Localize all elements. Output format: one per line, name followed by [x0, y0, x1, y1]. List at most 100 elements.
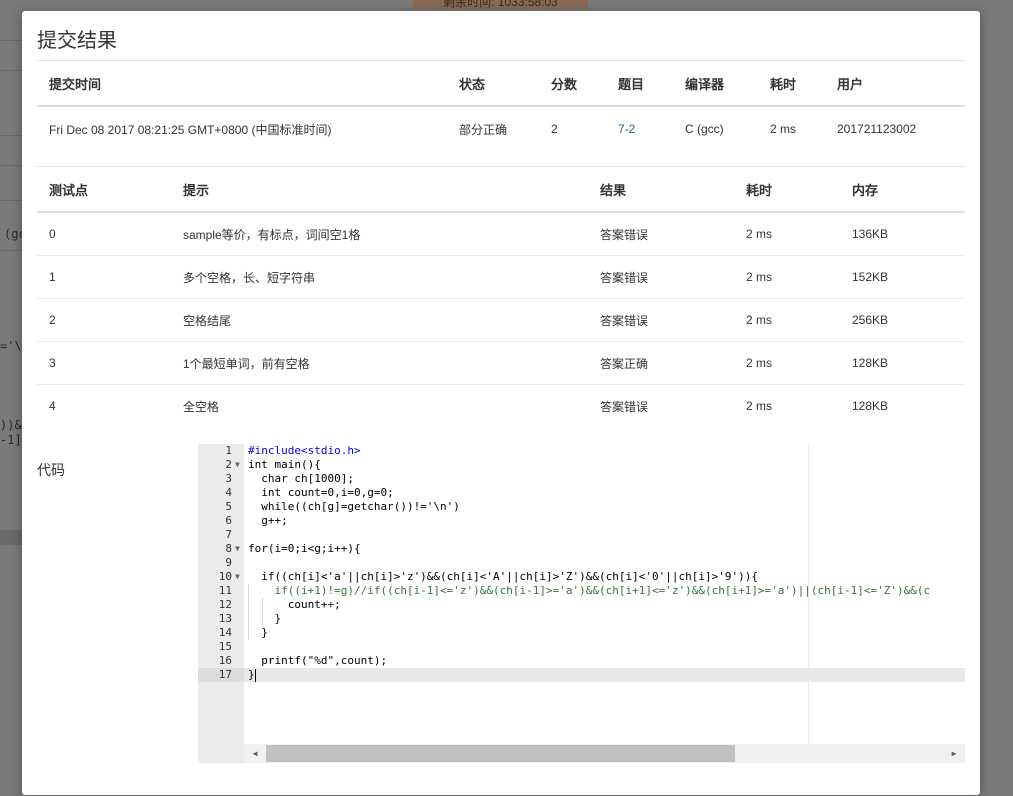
line-number: 5 — [225, 500, 232, 513]
test-memory: 128KB — [852, 399, 889, 413]
scroll-right-icon[interactable]: ▶ — [947, 744, 961, 763]
table-row: 2 空格结尾 答案错误 2 ms 256KB — [37, 298, 965, 342]
tests-header-row: 测试点 提示 结果 耗时 内存 — [37, 167, 965, 213]
code-line: char ch[1000]; — [248, 472, 354, 485]
text-cursor — [255, 669, 256, 682]
test-memory: 256KB — [840, 298, 965, 342]
test-hint: 多个空格，长、短字符串 — [171, 255, 588, 299]
background-divider — [0, 165, 22, 166]
submit-time: Fri Dec 08 2017 08:21:25 GMT+0800 (中国标准时… — [49, 122, 332, 137]
line-number: 6 — [225, 514, 232, 527]
line-number: 4 — [225, 486, 232, 499]
background-divider — [0, 250, 22, 251]
test-hint: sample等价，有标点，词间空1格 — [171, 212, 588, 256]
line-number: 17 — [218, 668, 232, 681]
code-line: count++; — [248, 598, 341, 611]
modal-title: 提交结果 — [37, 30, 117, 52]
test-id: 0 — [37, 212, 171, 256]
code-line: } — [248, 612, 282, 625]
test-time: 2 ms — [734, 298, 840, 342]
test-memory: 128KB — [840, 341, 965, 385]
problem-link[interactable]: 7-2 — [618, 122, 635, 136]
line-number: 8 — [225, 542, 232, 555]
header-memory: 内存 — [840, 167, 965, 213]
header-result: 结果 — [588, 167, 734, 213]
summary-header-row: 提交时间 状态 分数 题目 编译器 耗时 用户 — [37, 61, 965, 107]
compiler-value: C (gcc) — [685, 122, 724, 136]
line-number: 9 — [225, 556, 232, 569]
summary-row: Fri Dec 08 2017 08:21:25 GMT+0800 (中国标准时… — [37, 106, 965, 151]
code-line: printf("%d",count); — [248, 654, 388, 667]
line-number: 11 — [218, 584, 232, 597]
line-number: 12 — [218, 598, 232, 611]
score-value: 2 — [551, 122, 558, 136]
fold-arrow-icon[interactable]: ▼ — [235, 570, 240, 584]
test-hint: 空格结尾 — [171, 298, 588, 342]
header-time: 耗时 — [734, 167, 840, 213]
background-divider — [0, 200, 22, 201]
horizontal-scrollbar[interactable]: ◀ ▶ — [244, 744, 965, 763]
code-line: g++; — [248, 514, 288, 527]
test-hint: 1个最短单词，前有空格 — [171, 341, 588, 385]
table-row: 0 sample等价，有标点，词间空1格 答案错误 2 ms 136KB — [37, 212, 965, 256]
scroll-left-icon[interactable]: ◀ — [248, 744, 262, 763]
test-hint: 全空格 — [183, 399, 220, 414]
remaining-time-banner: 剩余时间: 1033:58:03 — [413, 0, 588, 9]
test-memory: 152KB — [840, 255, 965, 299]
code-line: int main(){ — [248, 458, 321, 471]
background-divider — [0, 40, 22, 41]
test-result: 答案错误 — [588, 298, 734, 342]
line-number: 16 — [218, 654, 232, 667]
line-number: 10 — [218, 570, 232, 583]
fold-arrow-icon[interactable]: ▼ — [235, 458, 240, 472]
header-status: 状态 — [447, 61, 539, 107]
line-number: 3 — [225, 472, 232, 485]
test-time: 2 ms — [746, 399, 773, 413]
line-number: 7 — [225, 528, 232, 541]
test-cases-table: 测试点 提示 结果 耗时 内存 0 sample等价，有标点，词间空1格 答案错… — [37, 167, 965, 427]
line-number: 14 — [218, 626, 232, 639]
test-time: 2 ms — [734, 212, 840, 256]
test-time: 2 ms — [734, 255, 840, 299]
code-line: if((ch[i]<'a'||ch[i]>'z')&&(ch[i]<'A'||c… — [248, 570, 758, 583]
header-compiler: 编译器 — [673, 61, 758, 107]
code-label: 代码 — [37, 462, 65, 478]
test-result: 答案错误 — [600, 399, 649, 414]
scrollbar-thumb[interactable] — [266, 745, 735, 762]
duration-value: 2 ms — [770, 122, 797, 136]
fold-arrow-icon[interactable]: ▼ — [235, 542, 240, 556]
header-duration: 耗时 — [758, 61, 825, 107]
active-line-highlight — [198, 668, 965, 682]
header-hint: 提示 — [171, 167, 588, 213]
test-time: 2 ms — [734, 341, 840, 385]
test-result: 答案错误 — [588, 212, 734, 256]
test-memory: 136KB — [840, 212, 965, 256]
test-id: 4 — [49, 399, 56, 413]
test-id: 3 — [37, 341, 171, 385]
table-row: 4 全空格 答案错误 2 ms 128KB — [37, 385, 965, 428]
submission-summary-table: 提交时间 状态 分数 题目 编译器 耗时 用户 Fri Dec 08 2017 … — [37, 61, 965, 151]
test-id: 2 — [37, 298, 171, 342]
header-problem: 题目 — [606, 61, 673, 107]
line-number: 13 — [218, 612, 232, 625]
user-value: 201721123002 — [837, 122, 917, 136]
test-id: 1 — [37, 255, 171, 299]
test-result: 答案正确 — [588, 341, 734, 385]
line-number: 1 — [225, 444, 232, 457]
submission-result-modal: 提交结果 提交时间 状态 分数 题目 编译器 耗时 用户 Fri Dec 08 … — [22, 11, 980, 795]
status-value: 部分正确 — [459, 122, 508, 137]
header-score: 分数 — [539, 61, 606, 107]
code-line: for(i=0;i<g;i++){ — [248, 542, 361, 555]
code-line: while((ch[g]=getchar())!='\n') — [248, 500, 460, 513]
code-line: } — [248, 668, 255, 681]
table-row: 1 多个空格，长、短字符串 答案错误 2 ms 152KB — [37, 255, 965, 299]
code-line: if((i+1)!=g)//if((ch[i-1]<='z')&&(ch[i-1… — [248, 584, 931, 597]
code-line: #include<stdio.h> — [248, 444, 361, 457]
header-test-point: 测试点 — [37, 167, 171, 213]
header-submit-time: 提交时间 — [37, 61, 447, 107]
code-editor[interactable]: 1 2 3 4 5 6 7 8 9 10 11 12 13 14 15 16 1… — [198, 444, 965, 763]
line-number: 15 — [218, 640, 232, 653]
test-result: 答案错误 — [588, 255, 734, 299]
line-number: 2 — [225, 458, 232, 471]
table-row: 3 1个最短单词，前有空格 答案正确 2 ms 128KB — [37, 341, 965, 385]
